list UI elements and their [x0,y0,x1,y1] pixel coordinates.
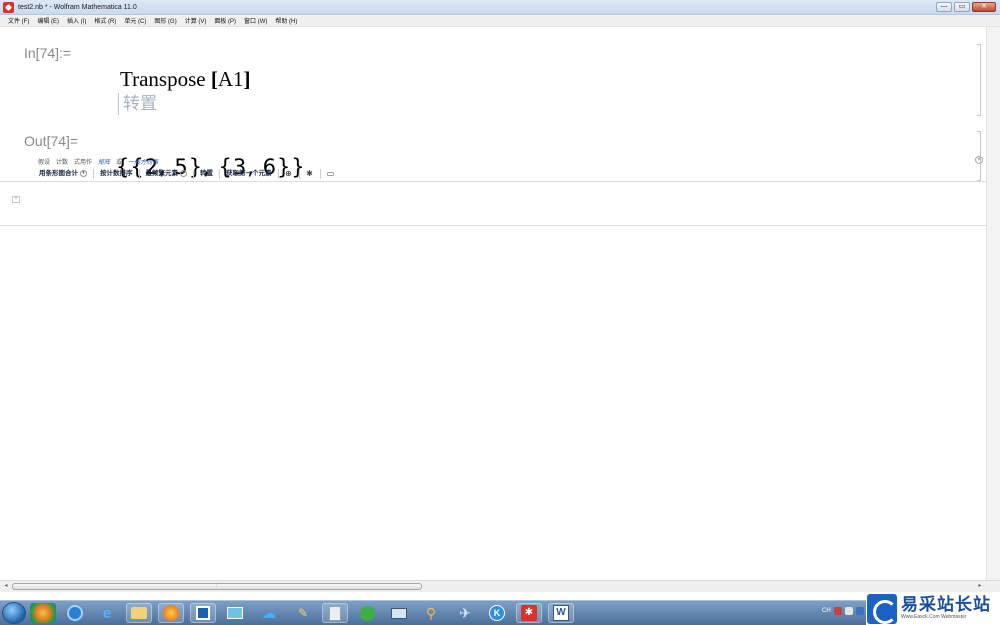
vertical-scrollbar[interactable] [986,27,1000,580]
input-hint: 转置 [118,93,157,115]
tray-network-icon[interactable] [844,607,853,615]
tray-volume-icon[interactable] [855,607,864,615]
chevron-down-icon[interactable]: ▾ [180,169,187,177]
taskbar: e ☁ ✎ ⚲ ✈ K ✱ W CH [0,600,1000,625]
title-bar: test2.nb * - Wolfram Mathematica 11.0 — … [0,0,1000,15]
menu-file[interactable]: 文件 (F) [8,16,29,25]
menu-edit[interactable]: 编辑 (E) [37,16,59,25]
menu-format[interactable]: 格式 (R) [94,16,116,25]
notebook-area[interactable]: In[74]:= Transpose [A1] 转置 Out[74]= {{2,… [0,27,1000,580]
separator [193,168,194,179]
input-close-bracket: ] [243,67,251,91]
assumption-label: 假设 [38,160,51,166]
minimize-button[interactable]: — [936,2,952,12]
separator [319,168,321,179]
suggestion-transpose[interactable]: 转置 [197,168,216,179]
scroll-left-icon[interactable]: ◂ [1,582,11,591]
start-button[interactable] [2,602,26,624]
firefox-icon[interactable] [158,603,184,623]
input-label: In[74]:= [24,45,72,61]
watermark-logo: 易采站长站 Www.Easck.Com Webmaster [866,592,1000,625]
gear-icon[interactable]: ✱ [303,168,317,179]
suggestion-label: 最频繁元素 [145,170,179,177]
site-logo-icon [867,593,897,624]
suggestion-most-common[interactable]: 最频繁元素 ▾ [143,168,191,179]
mathematica-icon [3,1,14,13]
menu-cell[interactable]: 单元 (C) [124,16,146,25]
separator [298,168,300,179]
scroll-thumb[interactable]: ⁞ [12,583,422,590]
system-tray: CH [822,607,864,615]
assumption-use-as: 式用作 [74,160,93,166]
refresh-app-icon[interactable] [354,603,380,623]
bird-app-icon[interactable]: ✈ [452,603,478,623]
assumption-count: 计数 [56,160,69,166]
watermark-title: 易采站长站 [901,595,991,615]
suggestions-bar: 用条形图合计 ▾ 按计数排序 最频繁元素 ▾ 转置 获取第一个元素 ⊕ ✱ ▭ [36,168,338,179]
scroll-right-icon[interactable]: ▸ [975,582,985,591]
file-explorer-icon[interactable] [126,603,152,623]
tray-app-icon[interactable] [833,607,842,615]
mathematica-taskbar-icon[interactable]: ✱ [516,603,542,623]
window-title: test2.nb * - Wolfram Mathematica 11.0 [18,3,137,11]
chevron-down-icon[interactable]: ▾ [80,169,87,177]
add-cell-icon[interactable]: + [12,196,20,203]
assumption-matrix-link[interactable]: 矩阵 [98,157,110,166]
suggestion-label: 用条形图合计 [39,170,78,177]
suggestion-sort-by-count[interactable]: 按计数排序 [97,168,136,179]
separator [277,168,279,179]
suggestion-bar-chart-total[interactable]: 用条形图合计 ▾ [36,168,90,179]
menu-insert[interactable]: 插入 (I) [67,16,86,25]
window-controls: — ▭ ✕ [936,2,996,12]
horizontal-scrollbar[interactable]: ◂ ⁞ ▸ [0,580,1000,592]
watermark-subtitle: Www.Easck.Com Webmaster [901,614,967,620]
menu-help[interactable]: 帮助 (H) [275,16,297,25]
suggestions-assumptions: 假设 计数 式用作 矩阵 或 一般方向表 [38,157,158,166]
zoom-icon[interactable]: ⊕ [282,168,296,179]
menu-evaluation[interactable]: 计算 (V) [185,16,207,25]
notes-icon[interactable] [222,603,248,623]
app-launcher-icon[interactable] [30,603,56,623]
cell-insertion-line[interactable] [0,225,1000,226]
separator [219,168,220,179]
input-cell[interactable]: Transpose [A1] [120,67,251,92]
program-manager-icon[interactable] [190,603,216,623]
close-suggestions-icon[interactable]: × [975,156,983,164]
browser-icon[interactable] [62,603,88,623]
menu-graphics[interactable]: 图形 (G) [154,16,176,25]
paint-icon[interactable]: ✎ [290,603,316,623]
assumption-or: 或 [116,160,123,166]
word-icon[interactable]: W [548,603,574,623]
suggestions-divider [0,181,1000,182]
close-button[interactable]: ✕ [972,2,996,12]
output-label: Out[74]= [24,133,79,149]
separator [93,168,94,179]
input-open-bracket: [ [210,67,218,91]
menu-window[interactable]: 窗口 (W) [244,16,267,25]
k-app-icon[interactable]: K [484,603,510,623]
separator [138,168,140,179]
search-tool-icon[interactable]: ⚲ [418,603,444,623]
menu-bar: 文件 (F) 编辑 (E) 插入 (I) 格式 (R) 单元 (C) 图形 (G… [0,15,1000,27]
suggestion-first-element[interactable]: 获取第一个元素 [223,168,275,179]
document-icon[interactable] [322,603,348,623]
input-function: Transpose [120,67,206,91]
feedback-icon[interactable]: ▭ [324,168,338,179]
cloud-app-icon[interactable]: ☁ [256,603,282,623]
input-cell-bracket[interactable] [977,44,981,116]
internet-explorer-icon[interactable]: e [94,603,120,623]
maximize-button[interactable]: ▭ [954,2,970,12]
input-argument: A1 [217,67,244,91]
remote-desktop-icon[interactable] [386,603,412,623]
assumption-list-link[interactable]: 一般方向表 [128,157,158,166]
input-language[interactable]: CH [822,608,831,614]
menu-palettes[interactable]: 面板 (P) [214,16,236,25]
